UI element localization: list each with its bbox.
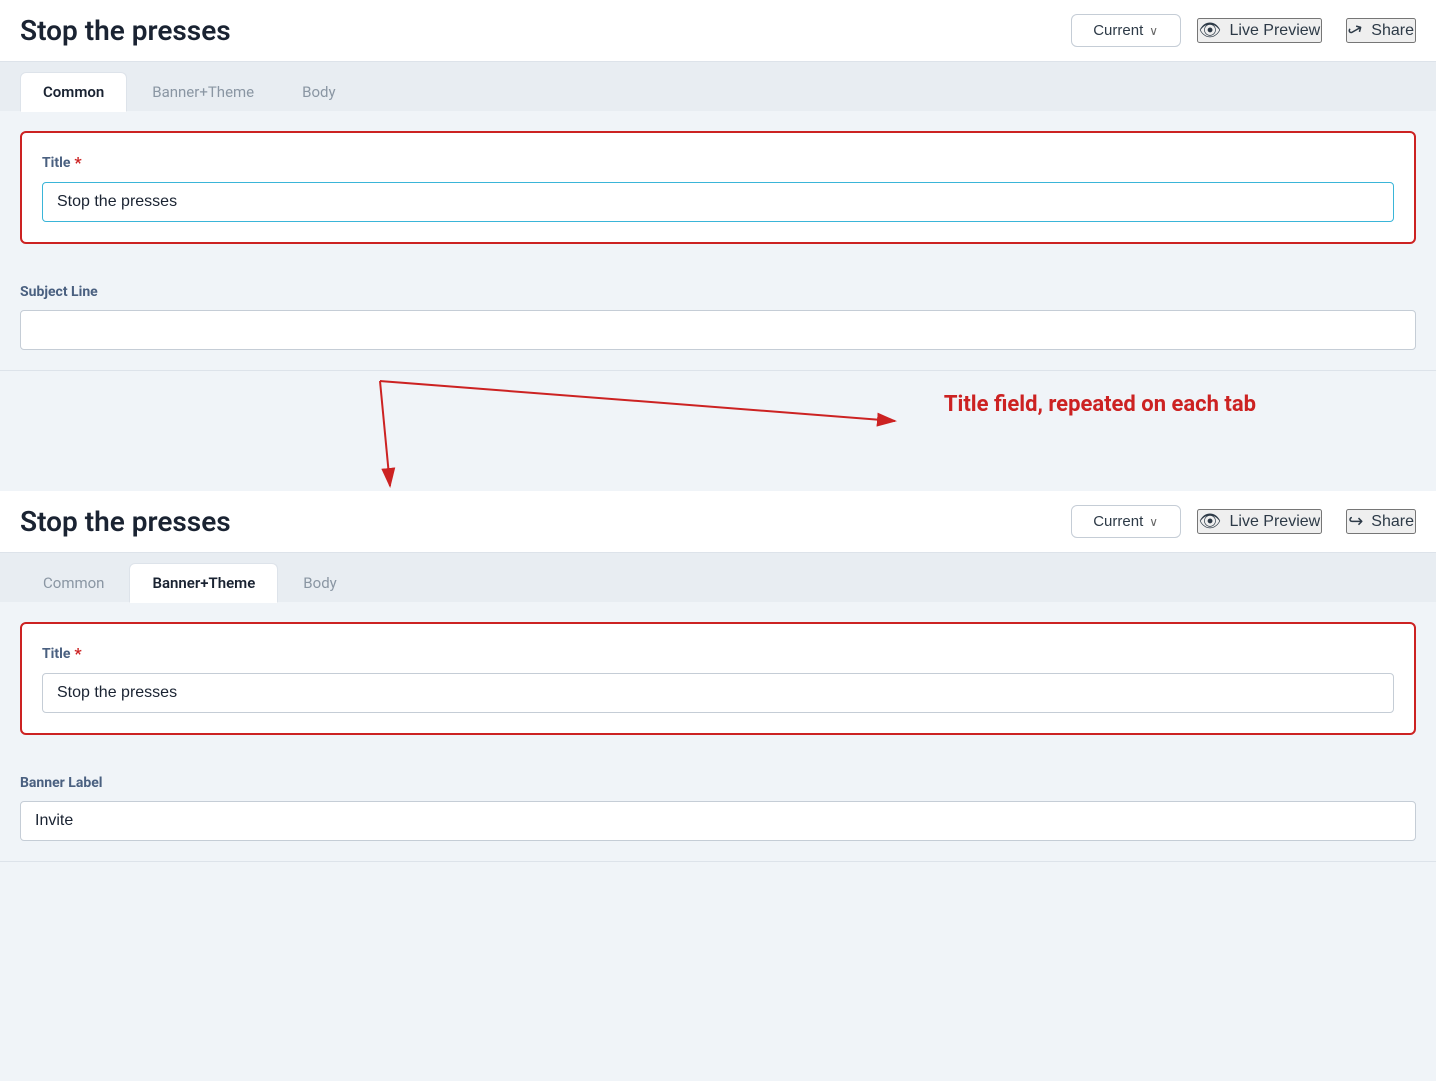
top-panel-header: Stop the presses Current ∨ 👁 Live Previe… [0,0,1436,62]
top-eye-icon: 👁 [1199,20,1222,41]
annotation-text: Title field, repeated on each tab [944,391,1256,420]
top-title-field-label: Title * [42,153,1394,172]
top-title-required-star: * [74,153,81,172]
bottom-tab-common[interactable]: Common [20,563,127,602]
bottom-form-content: Title * Banner Label [0,602,1436,861]
bottom-share-arrow-icon: ↪ [1348,511,1363,532]
bottom-header-actions: 👁 Live Preview ↪ Share [1197,509,1416,534]
bottom-panel-header: Stop the presses Current ∨ 👁 Live Previe… [0,491,1436,553]
bottom-live-preview-button[interactable]: 👁 Live Preview [1197,509,1323,534]
top-chevron-icon: ∨ [1149,24,1158,38]
bottom-banner-label-section: Banner Label [0,775,1436,861]
bottom-title-required-star: * [74,644,81,663]
top-subject-line-label: Subject Line [20,284,1416,300]
top-subject-line-section: Subject Line [0,284,1436,370]
bottom-eye-icon: 👁 [1199,511,1222,532]
annotation-arrow-svg [0,371,1436,491]
bottom-version-dropdown[interactable]: Current ∨ [1071,505,1181,538]
top-share-button[interactable]: ↪ Share [1346,18,1416,43]
top-tab-common[interactable]: Common [20,72,127,112]
page-wrapper: Stop the presses Current ∨ 👁 Live Previe… [0,0,1436,862]
top-header-actions: 👁 Live Preview ↪ Share [1197,18,1416,43]
bottom-tab-body[interactable]: Body [280,563,359,602]
top-form-content: Title * Subject Line [0,111,1436,370]
bottom-live-preview-label: Live Preview [1230,513,1321,531]
top-live-preview-label: Live Preview [1230,22,1321,40]
top-share-arrow-icon: ↪ [1344,18,1368,44]
top-version-dropdown[interactable]: Current ∨ [1071,14,1181,47]
bottom-version-label: Current [1093,513,1143,530]
bottom-share-button[interactable]: ↪ Share [1346,509,1416,534]
bottom-title-field-label: Title * [42,644,1394,663]
bottom-panel-title: Stop the presses [20,505,1055,538]
bottom-banner-label-label: Banner Label [20,775,1416,791]
top-version-label: Current [1093,22,1143,39]
bottom-chevron-icon: ∨ [1149,515,1158,529]
top-panel: Stop the presses Current ∨ 👁 Live Previe… [0,0,1436,371]
top-tab-body[interactable]: Body [279,72,358,111]
top-tab-banner-theme[interactable]: Banner+Theme [129,72,277,111]
bottom-panel: Stop the presses Current ∨ 👁 Live Previe… [0,491,1436,862]
top-title-card: Title * [20,131,1416,244]
top-panel-title: Stop the presses [20,14,1055,47]
top-share-label: Share [1371,22,1414,40]
top-live-preview-button[interactable]: 👁 Live Preview [1197,18,1323,43]
top-subject-line-input[interactable] [20,310,1416,350]
top-title-input[interactable] [42,182,1394,222]
top-form-inner: Title * [0,111,1436,284]
bottom-form-inner: Title * [0,602,1436,775]
bottom-share-label: Share [1371,513,1414,531]
bottom-title-card: Title * [20,622,1416,735]
bottom-tab-banner-theme[interactable]: Banner+Theme [129,563,278,603]
top-tabs-bar: Common Banner+Theme Body [0,62,1436,111]
bottom-tabs-bar: Common Banner+Theme Body [0,553,1436,602]
bottom-banner-label-input[interactable] [20,801,1416,841]
bottom-title-input[interactable] [42,673,1394,713]
annotation-area: Title field, repeated on each tab [0,371,1436,491]
